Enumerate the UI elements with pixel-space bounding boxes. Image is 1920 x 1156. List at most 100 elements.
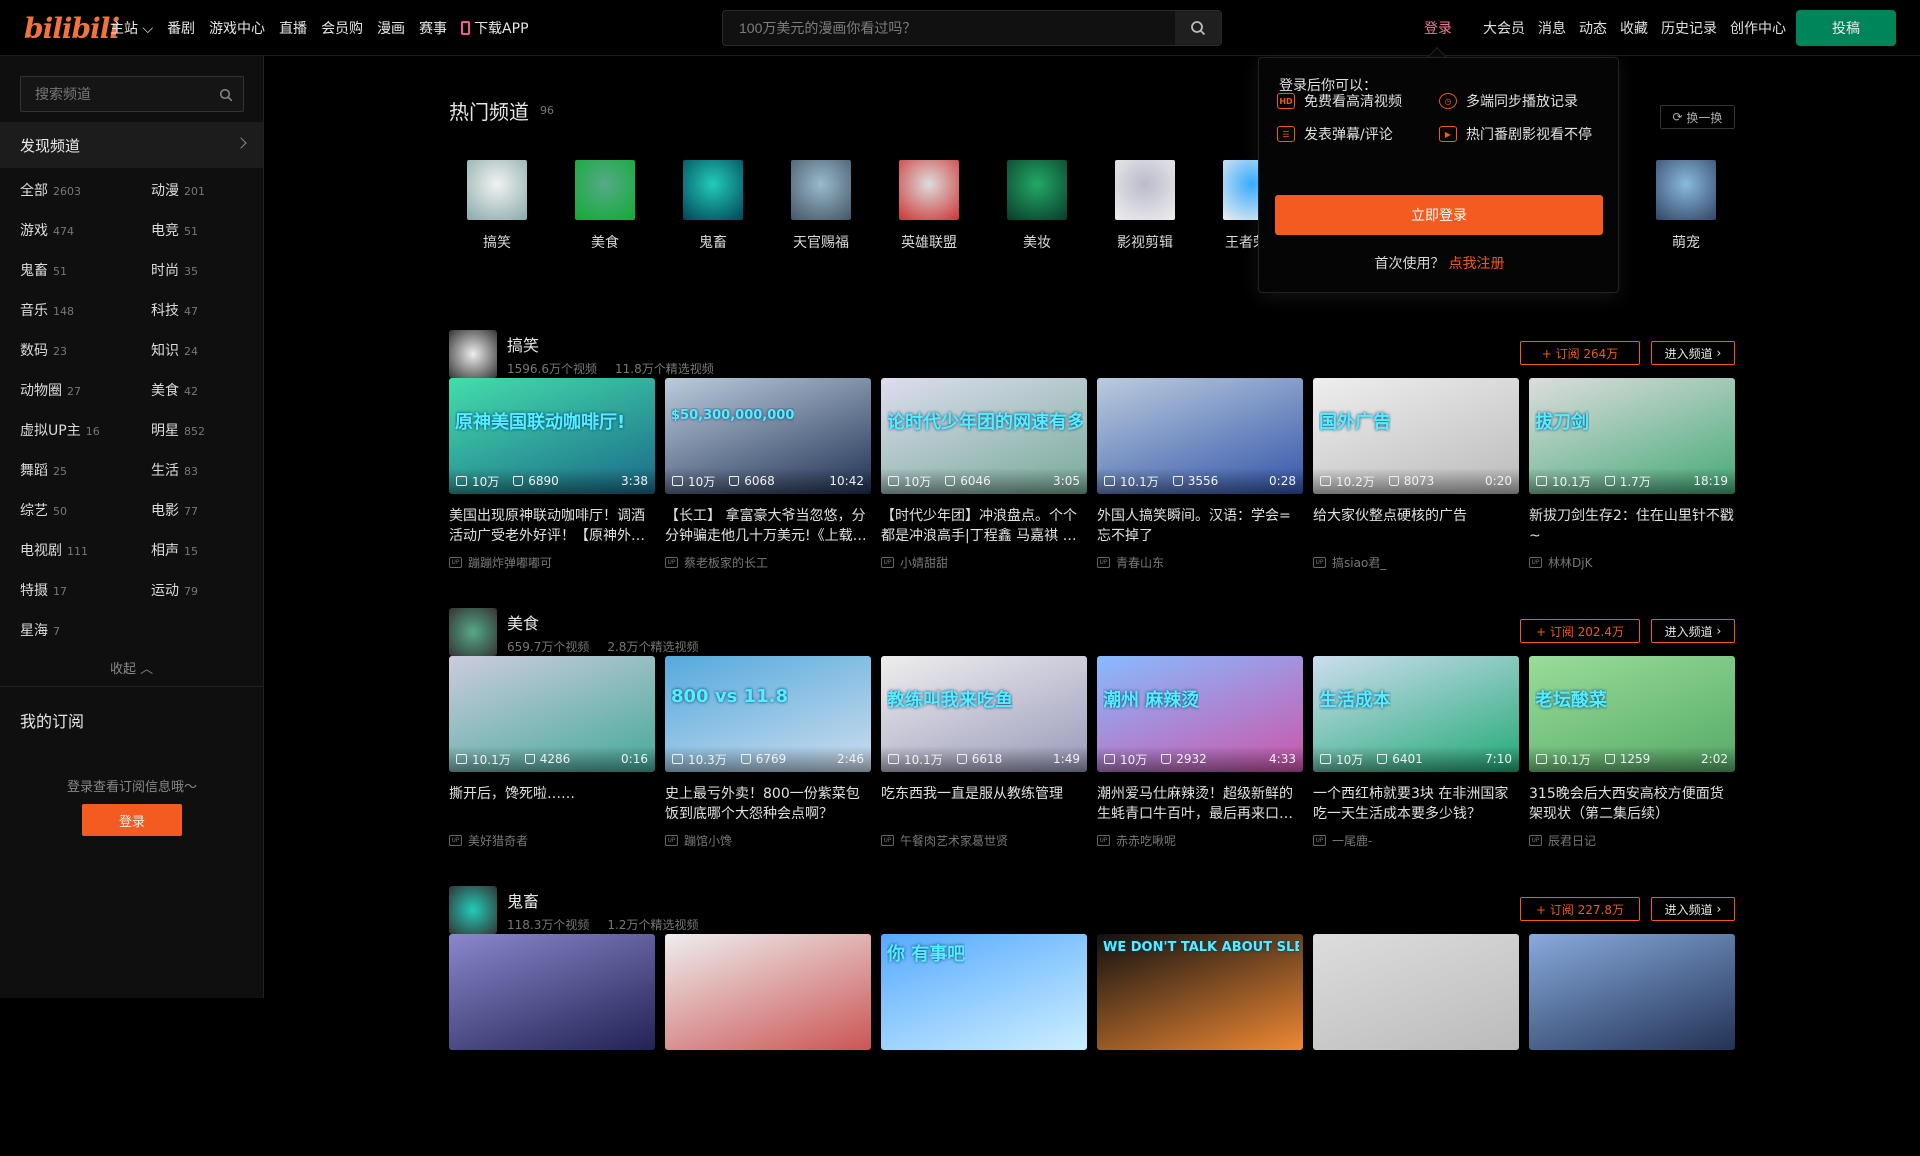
category-item[interactable]: 全部 2603 [20,180,81,200]
nav-messages[interactable]: 消息 [1538,18,1566,38]
video-cover[interactable]: 拔刀剑 10.1万 1.7万 18:19 [1529,378,1735,494]
video-cover[interactable] [1529,934,1735,1050]
hot-channel-item[interactable]: 萌宠 [1636,160,1736,252]
uploader[interactable]: UP 赤赤吃啾呢 [1097,832,1303,849]
video-title[interactable]: 美国出现原神联动咖啡厅！调酒活动广受老外好评！【原神外… [449,506,655,546]
category-item[interactable]: 鬼畜 51 [20,260,67,280]
video-title[interactable]: 外国人搞笑瞬间。汉语：学会=忘不掉了 [1097,506,1303,546]
video-cover[interactable]: 10.1万 3556 0:28 [1097,378,1303,494]
video-cover[interactable]: 老坛酸菜 10.1万 1259 2:02 [1529,656,1735,772]
category-item[interactable]: 综艺 50 [20,500,67,520]
register-link[interactable]: 点我注册 [1449,256,1505,272]
enter-channel-button[interactable]: 进入频道 › [1651,341,1735,365]
enter-channel-button[interactable]: 进入频道 › [1651,619,1735,643]
search-button[interactable] [1175,11,1221,45]
bilibili-logo[interactable]: bilibili [24,12,120,45]
video-cover[interactable]: 国外广告 10.2万 8073 0:20 [1313,378,1519,494]
nav-creator-center[interactable]: 创作中心 [1730,18,1786,38]
hot-channel-item[interactable]: 天官赐福 [771,160,871,252]
category-item[interactable]: 特摄 17 [20,580,67,600]
category-item[interactable]: 科技 47 [151,300,198,320]
video-title[interactable]: 撕开后，馋死啦…… [449,784,655,824]
category-item[interactable]: 动物圈 27 [20,380,81,400]
video-title[interactable]: 【时代少年团】冲浪盘点。个个都是冲浪高手|丁程鑫 马嘉祺 … [881,506,1087,546]
nav-dynamics[interactable]: 动态 [1579,18,1607,38]
nav-game-center[interactable]: 游戏中心 [209,18,265,38]
video-title[interactable]: 【长工】 拿富豪大爷当忽悠，分分钟骗走他几十万美元!《上载… [665,506,871,546]
video-cover[interactable] [1313,934,1519,1050]
channel-title[interactable]: 鬼畜 [507,888,539,912]
video-card[interactable]: 拔刀剑 10.1万 1.7万 18:19 新拔刀剑生存2：住在山里针不戳~ UP 林林DjK [1529,378,1735,571]
hot-channel-item[interactable]: 鬼畜 [663,160,763,252]
video-card[interactable] [449,934,655,1050]
video-card[interactable]: 国外广告 10.2万 8073 0:20 给大家伙整点硬核的广告 UP 搞siao君_ [1313,378,1519,571]
header-login-link[interactable]: 登录 [1424,18,1452,38]
category-item[interactable]: 运动 79 [151,580,198,600]
subscribe-button[interactable]: + 订阅 264万 [1520,341,1640,365]
video-title[interactable]: 吃东西我一直是服从教练管理 [881,784,1087,824]
video-card[interactable] [1529,934,1735,1050]
uploader[interactable]: UP 蹦馆小馋 [665,832,871,849]
channel-avatar[interactable] [449,886,497,934]
video-cover[interactable]: 生活成本 10万 6401 7:10 [1313,656,1519,772]
category-item[interactable]: 数码 23 [20,340,67,360]
channel-search-input[interactable] [21,77,211,111]
video-card[interactable]: 教练叫我来吃鱼 10.1万 6618 1:49 吃东西我一直是服从教练管理 UP 午餐肉艺术… [881,656,1087,849]
sidebar-login-button[interactable]: 登录 [82,804,182,836]
video-card[interactable]: WE DON'T TALK ABOUT SLEEPY JOE [1097,934,1303,1050]
nav-download-app[interactable]: 下载APP [461,18,529,38]
video-cover[interactable]: 潮州 麻辣烫 10万 2932 4:33 [1097,656,1303,772]
uploader[interactable]: UP 蹦蹦炸弹嘟嘟可 [449,554,655,571]
popup-login-button[interactable]: 立即登录 [1275,195,1603,235]
video-card[interactable]: 10.1万 3556 0:28 外国人搞笑瞬间。汉语：学会=忘不掉了 UP 青春山东 [1097,378,1303,571]
video-card[interactable]: 10.1万 4286 0:16 撕开后，馋死啦…… UP 美好猎奇者 [449,656,655,849]
video-cover[interactable]: WE DON'T TALK ABOUT SLEEPY JOE [1097,934,1303,1050]
video-card[interactable]: 你 有事吧 [881,934,1087,1050]
video-cover[interactable]: 原神美国联动咖啡厅! 10万 6890 3:38 [449,378,655,494]
video-title[interactable]: 新拔刀剑生存2：住在山里针不戳~ [1529,506,1735,546]
video-card[interactable]: 老坛酸菜 10.1万 1259 2:02 315晚会后大西安高校方便面货架现状（第二集后… [1529,656,1735,849]
video-card[interactable]: 原神美国联动咖啡厅! 10万 6890 3:38 美国出现原神联动咖啡厅！调酒活动广受老… [449,378,655,571]
uploader[interactable]: UP 辰君日记 [1529,832,1735,849]
subscribe-button[interactable]: + 订阅 227.8万 [1520,897,1640,921]
category-item[interactable]: 音乐 148 [20,300,74,320]
uploader[interactable]: UP 午餐肉艺术家葛世贤 [881,832,1087,849]
category-item[interactable]: 星海 7 [20,620,60,640]
search-input[interactable] [723,11,1175,45]
category-item[interactable]: 美食 42 [151,380,198,400]
enter-channel-button[interactable]: 进入频道 › [1651,897,1735,921]
category-item[interactable]: 相声 15 [151,540,198,560]
video-title[interactable]: 315晚会后大西安高校方便面货架现状（第二集后续） [1529,784,1735,824]
uploader[interactable]: UP 一尾鹿- [1313,832,1519,849]
category-item[interactable]: 电视剧 111 [20,540,88,560]
video-card[interactable] [665,934,871,1050]
category-item[interactable]: 明星 852 [151,420,205,440]
channel-avatar[interactable] [449,330,497,378]
category-item[interactable]: 知识 24 [151,340,198,360]
video-title[interactable]: 潮州爱马仕麻辣烫！超级新鲜的生蚝青口牛百叶，最后再来口… [1097,784,1303,824]
refresh-button[interactable]: ⟳ 换一换 [1660,105,1735,129]
search-icon[interactable] [219,88,233,102]
nav-main-station[interactable]: 主站 ⌵ [110,18,153,38]
video-card[interactable]: 潮州 麻辣烫 10万 2932 4:33 潮州爱马仕麻辣烫！超级新鲜的生蚝青口牛百叶，最… [1097,656,1303,849]
video-cover[interactable]: 教练叫我来吃鱼 10.1万 6618 1:49 [881,656,1087,772]
nav-favorites[interactable]: 收藏 [1620,18,1648,38]
hot-channel-item[interactable]: 美妆 [987,160,1087,252]
video-cover[interactable]: 800 vs 11.8 10.3万 6769 2:46 [665,656,871,772]
collapse-button[interactable]: 收起 ︿ [110,658,153,677]
uploader[interactable]: UP 青春山东 [1097,554,1303,571]
hot-channel-item[interactable]: 影视剪辑 [1095,160,1195,252]
upload-button[interactable]: 投稿 [1796,10,1896,46]
video-cover[interactable]: 论时代少年团的网速有多快 10万 6046 3:05 [881,378,1087,494]
category-item[interactable]: 虚拟UP主 16 [20,420,100,440]
video-cover[interactable] [449,934,655,1050]
video-cover[interactable]: 10.1万 4286 0:16 [449,656,655,772]
nav-shop[interactable]: 会员购 [321,18,363,38]
video-title[interactable]: 史上最亏外卖！800一份紫菜包饭到底哪个大怨种会点啊？ [665,784,871,824]
video-card[interactable] [1313,934,1519,1050]
channel-title[interactable]: 搞笑 [507,332,539,356]
video-title[interactable]: 一个西红柿就要3块 在非洲国家吃一天生活成本要多少钱？ [1313,784,1519,824]
hot-channel-item[interactable]: 搞笑 [447,160,547,252]
uploader[interactable]: UP 搞siao君_ [1313,554,1519,571]
channel-title[interactable]: 美食 [507,610,539,634]
